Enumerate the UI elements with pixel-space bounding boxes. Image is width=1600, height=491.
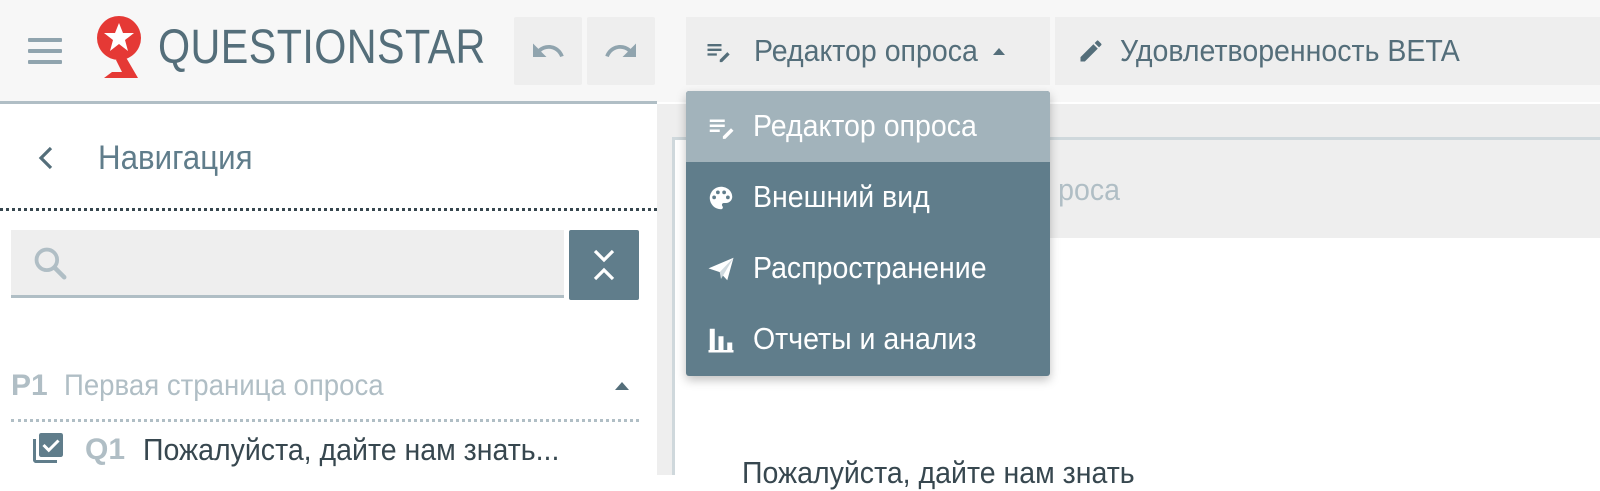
menu-icon[interactable] (28, 38, 62, 64)
menu-item-appearance[interactable]: Внешний вид (686, 162, 1050, 233)
caret-up-icon[interactable] (614, 380, 630, 392)
survey-name-label: Удовлетворенность BETA (1120, 33, 1460, 68)
collapse-all-button[interactable] (569, 230, 639, 300)
menu-item-label: Отчеты и анализ (753, 321, 977, 356)
menu-item-distribution[interactable]: Распространение (686, 233, 1050, 304)
redo-button[interactable] (587, 17, 655, 85)
survey-name-tab[interactable]: Удовлетворенность BETA (1055, 17, 1600, 85)
brand-name: QUESTIONSTAR (158, 21, 486, 74)
search-input[interactable] (81, 240, 555, 286)
edit-list-icon (709, 119, 734, 139)
checkbox-list-icon (33, 433, 63, 463)
undo-icon (533, 43, 564, 57)
divider (11, 419, 639, 422)
palette-icon (709, 186, 733, 210)
edit-list-icon (707, 44, 730, 63)
divider (0, 208, 657, 211)
menu-item-reports[interactable]: Отчеты и анализ (686, 304, 1050, 375)
mode-tab-label: Редактор опроса (754, 33, 978, 68)
mode-selector-tab[interactable]: Редактор опроса (686, 17, 1050, 85)
menu-item-survey-editor[interactable]: Редактор опроса (686, 91, 1050, 162)
search-icon (34, 247, 67, 280)
question-list-item[interactable]: Q1 Пожалуйста, дайте нам знать... (11, 426, 639, 475)
bar-chart-icon (708, 328, 734, 353)
menu-item-label: Распространение (753, 250, 987, 285)
pencil-icon (1080, 40, 1102, 62)
caret-up-icon (993, 48, 1005, 55)
question-preview-text[interactable]: Пожалуйста, дайте нам знать (742, 455, 1135, 491)
question-number: Q1 (85, 433, 126, 466)
search-field[interactable] (11, 230, 564, 298)
page-title[interactable]: Первая страница опроса (64, 368, 384, 404)
navigation-title: Навигация (98, 139, 253, 177)
menu-item-label: Внешний вид (753, 179, 930, 214)
undo-button[interactable] (514, 17, 582, 85)
sidebar-top-border (0, 101, 657, 104)
send-icon (708, 257, 734, 281)
mode-dropdown-menu: Редактор опроса Внешний вид Распростране… (686, 91, 1050, 376)
page-number: P1 (11, 369, 48, 402)
chevron-left-icon[interactable] (34, 144, 58, 172)
collapse-icon (593, 249, 615, 281)
questionstar-logo (94, 14, 144, 78)
menu-item-label: Редактор опроса (753, 108, 977, 143)
redo-icon (605, 43, 636, 57)
question-text: Пожалуйста, дайте нам знать... (143, 432, 560, 467)
